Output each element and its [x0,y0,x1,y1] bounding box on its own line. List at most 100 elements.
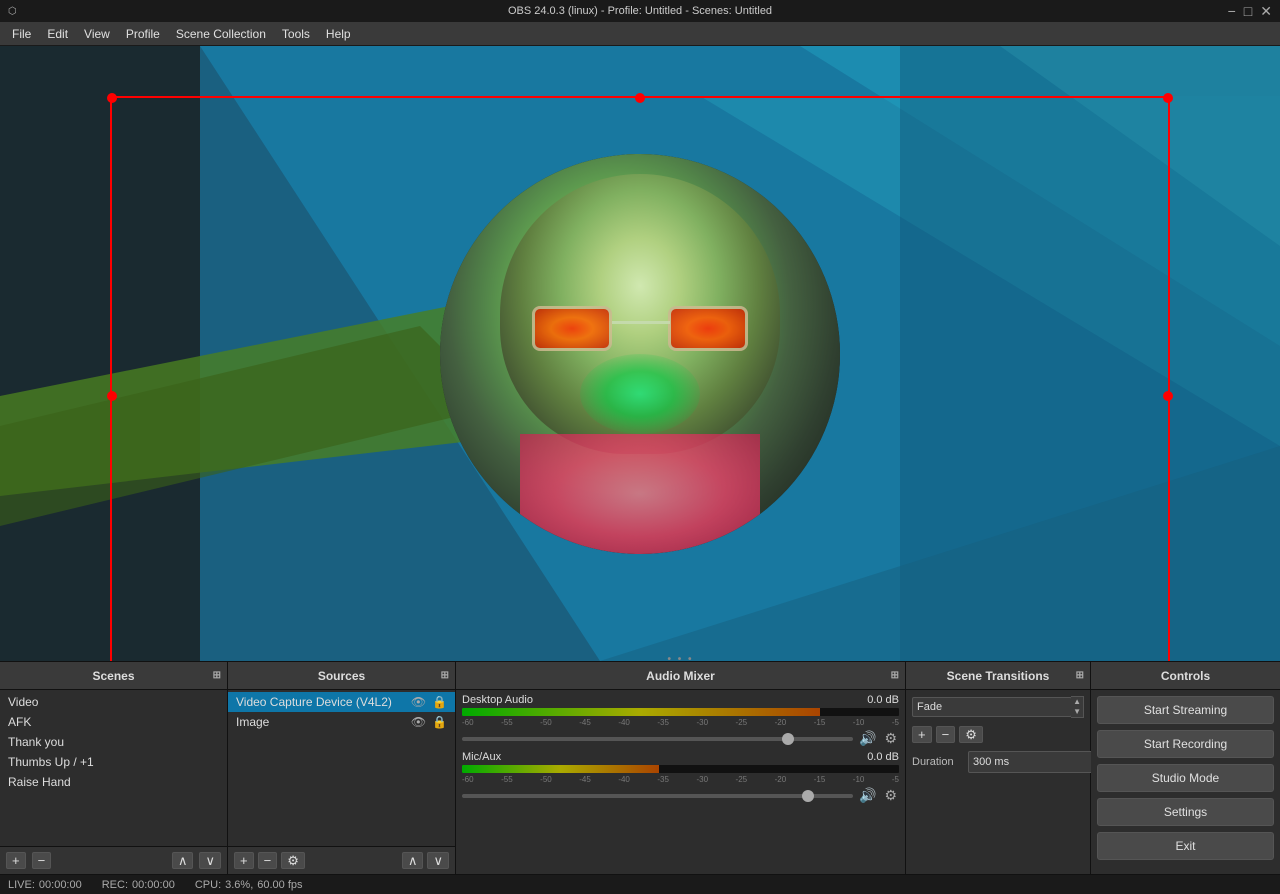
glasses-right [668,306,748,351]
transition-select[interactable]: Fade Cut Swipe Slide [912,697,1072,717]
source-item-v4l2[interactable]: Video Capture Device (V4L2) 👁 🔒 [228,692,455,712]
preview-area [0,46,1280,661]
menu-scene-collection[interactable]: Scene Collection [168,25,274,43]
menu-file[interactable]: File [4,25,39,43]
source-eye-icon[interactable]: 👁 [411,695,426,709]
scene-item-afk[interactable]: AFK [0,712,227,732]
scenes-remove-button[interactable]: − [32,852,52,869]
transition-arrow-down[interactable]: ▼ [1073,707,1081,717]
mic-aux-labels: -60-55-50-45-40-35 -30-25-20-15-10-5 [462,775,899,784]
scene-item-thumbsup[interactable]: Thumbs Up / +1 [0,752,227,772]
menu-bar: File Edit View Profile Scene Collection … [0,22,1280,46]
scenes-list: Video AFK Thank you Thumbs Up / +1 Raise… [0,690,227,846]
source-name-v4l2: Video Capture Device (V4L2) [236,695,392,709]
glasses-bridge [612,321,670,324]
cpu-value: 3.6%, [225,879,253,891]
scenes-toolbar: + − ∧ ∨ [0,846,227,874]
desktop-audio-slider[interactable] [462,737,853,741]
desktop-audio-fill [462,708,820,716]
window-title: OBS 24.0.3 (linux) - Profile: Untitled -… [508,5,772,17]
menu-edit[interactable]: Edit [39,25,76,43]
close-button[interactable]: ✕ [1260,3,1272,20]
menu-help[interactable]: Help [318,25,359,43]
transitions-content: Fade Cut Swipe Slide ▲ ▼ + − ⚙ Duration [906,690,1090,874]
cpu-status: CPU: 3.6%, 60.00 fps [195,879,303,891]
live-status: LIVE: 00:00:00 [8,879,82,891]
title-bar: ⬡ OBS 24.0.3 (linux) - Profile: Untitled… [0,0,1280,22]
desktop-audio-name: Desktop Audio [462,694,533,706]
scene-item-raisehand[interactable]: Raise Hand [0,772,227,792]
sources-list: Video Capture Device (V4L2) 👁 🔒 Image 👁 … [228,690,455,846]
desktop-audio-meter [462,708,899,716]
mic-aux-slider[interactable] [462,794,853,798]
sources-panel-menu-icon[interactable]: ⊞ [441,670,449,681]
source-lock-icon[interactable]: 🔒 [432,695,447,709]
live-value: 00:00:00 [39,879,82,891]
transitions-panel-header: Scene Transitions ⊞ [906,662,1090,690]
transition-add-button[interactable]: + [912,726,932,743]
mic-aux-channel: Mic/Aux 0.0 dB -60-55-50-45-40-35 -30-25… [462,751,899,804]
transitions-panel-menu-icon[interactable]: ⊞ [1076,670,1084,681]
rec-label: REC: [102,879,128,891]
scenes-label: Scenes [92,669,134,683]
rec-status: REC: 00:00:00 [102,879,175,891]
scene-transitions-label: Scene Transitions [947,669,1050,683]
start-streaming-button[interactable]: Start Streaming [1097,696,1274,724]
mic-aux-fill [462,765,659,773]
transition-settings-button[interactable]: ⚙ [959,726,983,743]
scene-item-video[interactable]: Video [0,692,227,712]
menu-profile[interactable]: Profile [118,25,168,43]
scenes-move-down-button[interactable]: ∨ [199,852,221,869]
desktop-audio-db: 0.0 dB [867,694,899,706]
duration-row: Duration ▲ ▼ [912,751,1084,773]
controls-panel: Controls Start Streaming Start Recording… [1091,662,1280,874]
transition-arrow-up[interactable]: ▲ [1073,697,1081,707]
status-bar: LIVE: 00:00:00 REC: 00:00:00 CPU: 3.6%, … [0,874,1280,894]
exit-button[interactable]: Exit [1097,832,1274,860]
studio-mode-button[interactable]: Studio Mode [1097,764,1274,792]
audio-panel-menu-icon[interactable]: ⊞ [891,670,899,681]
glasses-left [532,306,612,351]
source-lock-icon-2[interactable]: 🔒 [432,715,447,729]
scenes-add-button[interactable]: + [6,852,26,869]
mic-aux-db: 0.0 dB [867,751,899,763]
menu-tools[interactable]: Tools [274,25,318,43]
sources-move-down-button[interactable]: ∨ [427,852,449,869]
sources-panel: Sources ⊞ Video Capture Device (V4L2) 👁 … [228,662,456,874]
desktop-audio-mute[interactable]: 🔊 [857,730,878,747]
sources-add-button[interactable]: + [234,852,254,869]
settings-button[interactable]: Settings [1097,798,1274,826]
controls-panel-header: Controls [1091,662,1280,690]
scenes-panel-menu-icon[interactable]: ⊞ [213,670,221,681]
mic-aux-controls: 🔊 ⚙ [462,787,899,804]
minimize-button[interactable]: − [1228,3,1236,20]
controls-content: Start Streaming Start Recording Studio M… [1091,690,1280,874]
mic-aux-name: Mic/Aux [462,751,501,763]
source-item-image[interactable]: Image 👁 🔒 [228,712,455,732]
scene-item-thankyou[interactable]: Thank you [0,732,227,752]
scenes-move-up-button[interactable]: ∧ [172,852,194,869]
fps-value: 60.00 fps [257,879,302,891]
shirt-area [520,434,760,554]
cpu-label: CPU: [195,879,221,891]
transition-select-row: Fade Cut Swipe Slide ▲ ▼ [912,696,1084,718]
maximize-button[interactable]: □ [1244,3,1252,20]
scenes-panel-header: Scenes ⊞ [0,662,227,690]
source-eye-icon-2[interactable]: 👁 [411,715,426,729]
source-name-image: Image [236,715,269,729]
duration-label: Duration [912,756,962,768]
sources-settings-button[interactable]: ⚙ [281,852,305,869]
sources-move-up-button[interactable]: ∧ [402,852,424,869]
mic-aux-settings[interactable]: ⚙ [882,787,899,804]
transition-remove-button[interactable]: − [936,726,956,743]
rec-value: 00:00:00 [132,879,175,891]
sources-remove-button[interactable]: − [258,852,278,869]
mic-aux-mute[interactable]: 🔊 [857,787,878,804]
audio-content: Desktop Audio 0.0 dB -60-55-50-45-40-35 … [456,690,905,874]
desktop-audio-settings[interactable]: ⚙ [882,730,899,747]
transitions-panel: Scene Transitions ⊞ Fade Cut Swipe Slide… [906,662,1091,874]
start-recording-button[interactable]: Start Recording [1097,730,1274,758]
menu-view[interactable]: View [76,25,118,43]
transitions-toolbar: + − ⚙ [912,726,1084,743]
green-glow [580,354,700,434]
